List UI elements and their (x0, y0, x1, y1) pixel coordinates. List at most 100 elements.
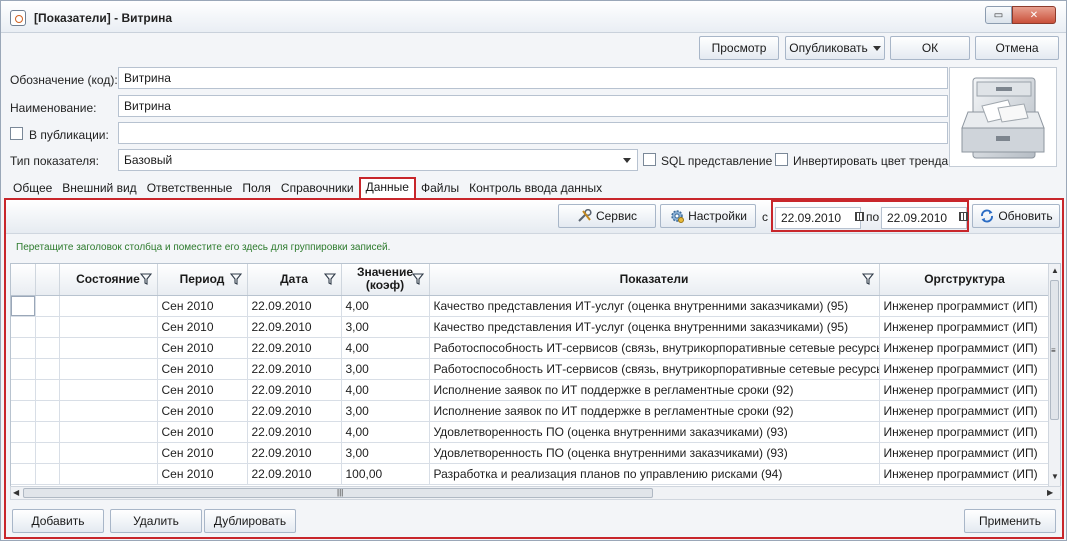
duplicate-button[interactable]: Дублировать (204, 509, 296, 533)
filter-icon[interactable] (411, 273, 424, 285)
tab-input-control[interactable]: Контроль ввода данных (464, 179, 607, 198)
column-header-period[interactable]: Период (157, 264, 248, 296)
preview-button[interactable]: Просмотр (699, 36, 779, 60)
cell-orgstructure[interactable]: Инженер программист (ИП) (879, 463, 1051, 485)
row-selector[interactable] (11, 358, 36, 380)
row-selector[interactable] (11, 379, 36, 401)
type-select[interactable]: Базовый (118, 149, 638, 171)
cell-indicator[interactable]: Исполнение заявок по ИТ поддержке в регл… (429, 400, 880, 422)
cell-status[interactable] (59, 463, 158, 485)
filter-icon[interactable] (861, 273, 874, 285)
horizontal-scrollbar[interactable]: ◀ ||| ▶ (10, 486, 1061, 500)
row-selector[interactable] (11, 337, 36, 359)
row-selector[interactable] (11, 442, 36, 464)
cell-orgstructure[interactable]: Инженер программист (ИП) (879, 295, 1051, 317)
cell-orgstructure[interactable]: Инженер программист (ИП) (879, 421, 1051, 443)
scroll-left-icon[interactable]: ◀ (13, 488, 19, 498)
cell-orgstructure[interactable]: Инженер программист (ИП) (879, 400, 1051, 422)
table-row[interactable]: Сен 2010 22.09.2010 100,00 Разработка и реа… (11, 463, 1051, 485)
minimize-button[interactable]: ▭ (985, 6, 1012, 24)
cell-indicator[interactable]: Качество представления ИТ-услуг (оценка … (429, 316, 880, 338)
cell-status[interactable] (59, 379, 158, 401)
cell-date[interactable]: 22.09.2010 (247, 442, 342, 464)
cell-period[interactable]: Сен 2010 (157, 358, 248, 380)
close-button[interactable]: ✕ (1012, 6, 1056, 24)
column-header-date[interactable]: Дата (247, 264, 342, 296)
calendar-icon[interactable] (855, 212, 864, 221)
cell-date[interactable]: 22.09.2010 (247, 358, 342, 380)
table-row[interactable]: Сен 2010 22.09.2010 3,00 Работоспособность … (11, 358, 1051, 380)
filter-icon[interactable] (139, 273, 152, 285)
tab-dictionaries[interactable]: Справочники (276, 179, 359, 198)
cell-date[interactable]: 22.09.2010 (247, 316, 342, 338)
cell-status[interactable] (59, 442, 158, 464)
ok-button[interactable]: ОК (890, 36, 970, 60)
table-row[interactable]: Сен 2010 22.09.2010 4,00 Удовлетворенность … (11, 421, 1051, 443)
table-row[interactable]: Сен 2010 22.09.2010 4,00 Исполнение заявок … (11, 379, 1051, 401)
cell-period[interactable]: Сен 2010 (157, 400, 248, 422)
cancel-button[interactable]: Отмена (975, 36, 1059, 60)
cell-indicator[interactable]: Удовлетворенность ПО (оценка внутренними… (429, 442, 880, 464)
column-header-value[interactable]: Значение (коэф) (341, 264, 430, 296)
apply-button[interactable]: Применить (964, 509, 1056, 533)
cell-orgstructure[interactable]: Инженер программист (ИП) (879, 358, 1051, 380)
to-date-input[interactable]: 22.09.2010 (881, 207, 967, 229)
from-date-input[interactable]: 22.09.2010 (775, 207, 861, 229)
publish-button[interactable]: Опубликовать (785, 36, 885, 60)
tab-files[interactable]: Файлы (416, 179, 464, 198)
cell-status[interactable] (59, 337, 158, 359)
cell-status[interactable] (59, 400, 158, 422)
row-selector[interactable] (11, 463, 36, 485)
cell-indicator[interactable]: Удовлетворенность ПО (оценка внутренними… (429, 421, 880, 443)
sql-checkbox[interactable] (643, 153, 656, 166)
vertical-scrollbar[interactable]: ▲ ≡ ▼ (1048, 264, 1060, 498)
refresh-button[interactable]: Обновить (972, 204, 1060, 228)
cell-indicator[interactable]: Исполнение заявок по ИТ поддержке в регл… (429, 379, 880, 401)
cell-orgstructure[interactable]: Инженер программист (ИП) (879, 379, 1051, 401)
cell-value[interactable]: 3,00 (341, 400, 430, 422)
column-header-indicators[interactable]: Показатели (429, 264, 880, 296)
cell-period[interactable]: Сен 2010 (157, 442, 248, 464)
cell-period[interactable]: Сен 2010 (157, 379, 248, 401)
code-input[interactable]: Витрина (118, 67, 948, 89)
cell-status[interactable] (59, 421, 158, 443)
delete-button[interactable]: Удалить (110, 509, 202, 533)
name-input[interactable]: Витрина (118, 95, 948, 117)
row-selector[interactable] (11, 295, 36, 317)
cell-period[interactable]: Сен 2010 (157, 337, 248, 359)
scroll-right-icon[interactable]: ▶ (1047, 488, 1053, 498)
table-row[interactable]: Сен 2010 22.09.2010 4,00 Работоспособность … (11, 337, 1051, 359)
cell-date[interactable]: 22.09.2010 (247, 400, 342, 422)
cell-orgstructure[interactable]: Инженер программист (ИП) (879, 337, 1051, 359)
scroll-up-icon[interactable]: ▲ (1051, 266, 1059, 276)
row-selector[interactable] (11, 421, 36, 443)
publication-checkbox[interactable] (10, 127, 23, 140)
cell-value[interactable]: 4,00 (341, 295, 430, 317)
tab-responsible[interactable]: Ответственные (142, 179, 238, 198)
row-selector[interactable] (11, 316, 36, 338)
cell-value[interactable]: 100,00 (341, 463, 430, 485)
column-header-status[interactable]: Состояние (59, 264, 158, 296)
cell-date[interactable]: 22.09.2010 (247, 295, 342, 317)
cell-date[interactable]: 22.09.2010 (247, 421, 342, 443)
cell-value[interactable]: 3,00 (341, 442, 430, 464)
cell-period[interactable]: Сен 2010 (157, 463, 248, 485)
cell-status[interactable] (59, 295, 158, 317)
cell-value[interactable]: 3,00 (341, 316, 430, 338)
cell-value[interactable]: 4,00 (341, 379, 430, 401)
cell-orgstructure[interactable]: Инженер программист (ИП) (879, 442, 1051, 464)
cell-value[interactable]: 4,00 (341, 337, 430, 359)
service-button[interactable]: Сервис (558, 204, 656, 228)
column-header-orgstructure[interactable]: Оргструктура (879, 264, 1051, 296)
table-row[interactable]: Сен 2010 22.09.2010 4,00 Качество представл… (11, 295, 1051, 317)
table-row[interactable]: Сен 2010 22.09.2010 3,00 Удовлетворенность … (11, 442, 1051, 464)
cell-orgstructure[interactable]: Инженер программист (ИП) (879, 316, 1051, 338)
cell-date[interactable]: 22.09.2010 (247, 379, 342, 401)
tab-appearance[interactable]: Внешний вид (57, 179, 141, 198)
cell-period[interactable]: Сен 2010 (157, 295, 248, 317)
cell-indicator[interactable]: Работоспособность ИТ-сервисов (связь, вн… (429, 337, 880, 359)
cell-date[interactable]: 22.09.2010 (247, 337, 342, 359)
title-bar[interactable]: [Показатели] - Витрина ▭ ✕ (1, 1, 1066, 33)
cell-period[interactable]: Сен 2010 (157, 421, 248, 443)
cell-date[interactable]: 22.09.2010 (247, 463, 342, 485)
